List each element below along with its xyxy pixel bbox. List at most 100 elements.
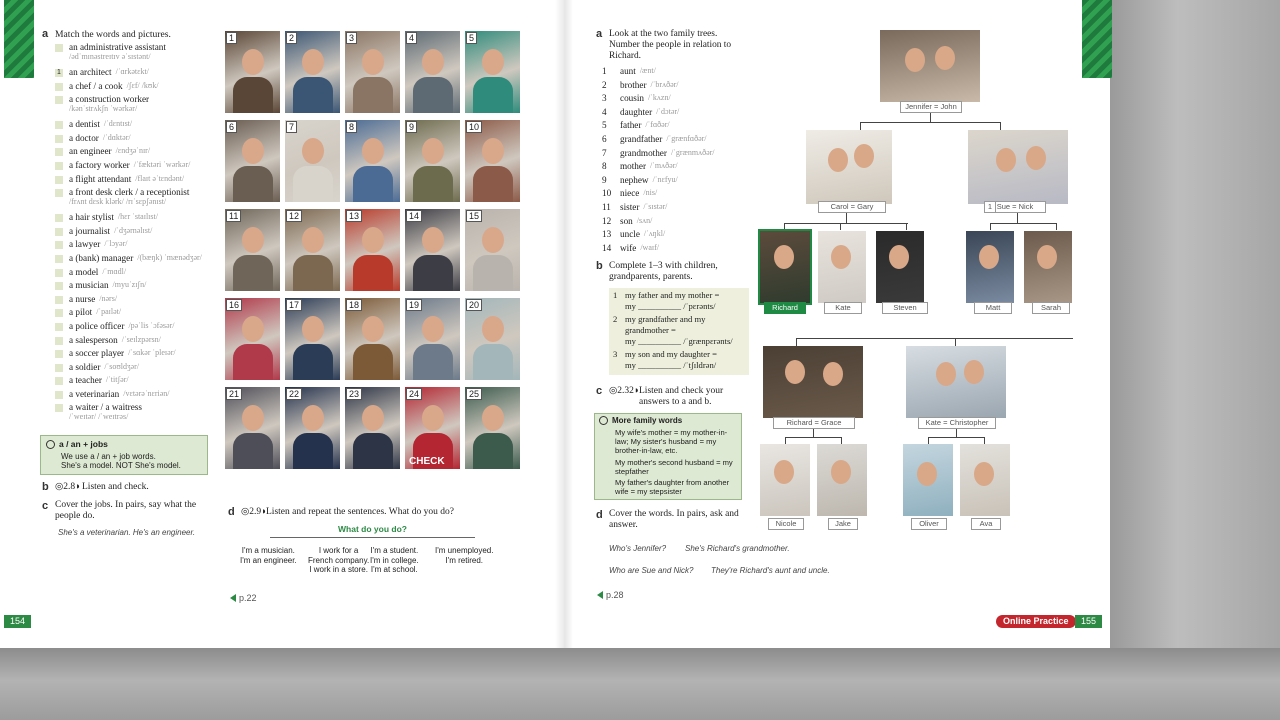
person-body [292,255,333,291]
label-matt: Matt [974,302,1012,314]
answer-box[interactable] [55,96,63,105]
photo-sue-nick[interactable] [968,130,1068,204]
answer-box[interactable] [55,148,63,157]
face [831,245,851,269]
photo-sarah[interactable] [1024,231,1072,303]
photo-jake[interactable] [817,444,867,516]
answer-box[interactable] [55,241,63,250]
job-word-item: a chef / a cook/ʃɛf/ /kʊk/ [55,81,215,95]
fill-sentence: 2 my grandfather and my grandmother = my __… [613,314,745,347]
fill-line[interactable]: my __________ /ˈgrænpɛrənts/ [625,336,733,347]
photo-number: 20 [466,299,483,311]
page-reference-link-right[interactable]: p.28 [597,590,624,600]
job-word: a front desk clerk / a receptionist [69,187,190,198]
job-photo-10[interactable]: 10 [465,120,520,202]
job-photo-4[interactable]: 4 [405,31,460,113]
job-photo-19[interactable]: 19 [405,298,460,380]
answer-box[interactable] [55,189,63,198]
answer-box[interactable] [55,350,63,359]
job-word-item: an administrative assistant/ədˈmɪnəstreɪ… [55,42,215,67]
job-photo-22[interactable]: 22 [285,387,340,469]
answer-box[interactable] [55,295,63,304]
answer-box[interactable] [55,282,63,291]
connector-line [270,537,475,538]
job-photo-12[interactable]: 12 [285,209,340,291]
job-photo-11[interactable]: 11 [225,209,280,291]
job-word-item: a salesperson/ˈseɪlzpərsn/ [55,335,215,349]
answer-box[interactable] [55,404,63,413]
answer-box[interactable] [55,268,63,277]
fill-line[interactable]: my __________ /ˈpɛrənts/ [625,301,719,312]
answer-box[interactable] [55,175,63,184]
fill-line[interactable]: my __________ /ˈtʃɪldrən/ [625,360,717,371]
exercise-d-audio-track[interactable]: ◎2.9◗ [241,507,267,518]
photo-oliver[interactable] [903,444,953,516]
answer-box[interactable] [55,377,63,386]
answer-box[interactable]: 1 [55,69,63,77]
page-reference-link[interactable]: p.22 [230,593,257,603]
online-practice-badge[interactable]: Online Practice [996,615,1076,628]
job-photo-21[interactable]: 21 [225,387,280,469]
job-photo-9[interactable]: 9 [405,120,460,202]
exercise-b-audio-track[interactable]: ◎2.8◗ [55,482,81,493]
job-photo-18[interactable]: 18 [345,298,400,380]
job-photo-6[interactable]: 6 [225,120,280,202]
tree-connector [860,122,861,130]
photo-number: 25 [466,388,483,400]
answer-box[interactable] [55,134,63,143]
job-phonetic: /ˈseɪlzpərsn/ [121,334,161,344]
job-phonetic: /hɛr ˈstaɪlɪst/ [117,212,158,222]
job-photo-5[interactable]: 5 [465,31,520,113]
answer-box[interactable] [55,121,63,130]
answer-box[interactable] [55,254,63,263]
job-photo-7[interactable]: 7 [285,120,340,202]
exercise-c-audio-track[interactable]: ◎2.32◗ [609,386,640,397]
job-photo-16[interactable]: 16 [225,298,280,380]
photo-carol-gary[interactable] [806,130,892,204]
fill-line[interactable]: grandmother = [625,325,733,336]
answer-box[interactable] [55,227,63,236]
job-photo-25[interactable]: 25 [465,387,520,469]
answer-box[interactable] [55,363,63,372]
job-phonetic: /flaɪt əˈtɛndənt/ [135,173,185,183]
job-photo-24[interactable]: CHECK 24 [405,387,460,469]
audio-track-number: 2.32 [617,386,634,396]
job-word-item: a veterinarian/vɛtərəˈnɛriən/ [55,389,215,403]
photo-nicole[interactable] [760,444,810,516]
photo-number: 15 [466,210,483,222]
photo-matt[interactable] [966,231,1014,303]
family-word-number: 5 [602,120,607,131]
job-photo-15[interactable]: 15 [465,209,520,291]
answer-box[interactable] [55,309,63,318]
answer-box[interactable] [55,161,63,170]
answer-box[interactable] [55,336,63,345]
photo-kate[interactable] [818,231,866,303]
photo-number: 12 [286,210,303,222]
answer-box[interactable] [55,322,63,331]
answer-box[interactable] [55,44,63,52]
job-photo-1[interactable]: 1 [225,31,280,113]
photo-steven[interactable] [876,231,924,303]
tree-answer-number[interactable]: 1 [984,201,996,213]
job-photo-14[interactable]: 14 [405,209,460,291]
tree-connector [928,437,929,444]
job-photo-13[interactable]: 13 [345,209,400,291]
answer-box[interactable] [55,390,63,399]
exercise-b-text-right: Complete 1–3 with children, grandparents… [609,261,718,282]
exercise-d-text: Listen and repeat the sentences. What do… [266,507,454,517]
tree-connector [1056,223,1057,230]
photo-ava[interactable] [960,444,1010,516]
job-photo-8[interactable]: 8 [345,120,400,202]
job-photo-20[interactable]: 20 [465,298,520,380]
answer-box[interactable] [55,82,63,91]
job-photo-23[interactable]: 23 [345,387,400,469]
job-word-item: a construction worker/kənˈstrʌkʃn ˈwərkə… [55,94,215,119]
job-photo-17[interactable]: 17 [285,298,340,380]
photo-richard-grace[interactable] [763,346,863,418]
job-photo-2[interactable]: 2 [285,31,340,113]
photo-jennifer-john[interactable] [880,30,980,102]
photo-kate-christopher[interactable] [906,346,1006,418]
job-word-item: a police officer/pəˈlis ˈɔfəsər/ [55,321,215,335]
job-photo-3[interactable]: 3 [345,31,400,113]
answer-box[interactable] [55,214,63,223]
